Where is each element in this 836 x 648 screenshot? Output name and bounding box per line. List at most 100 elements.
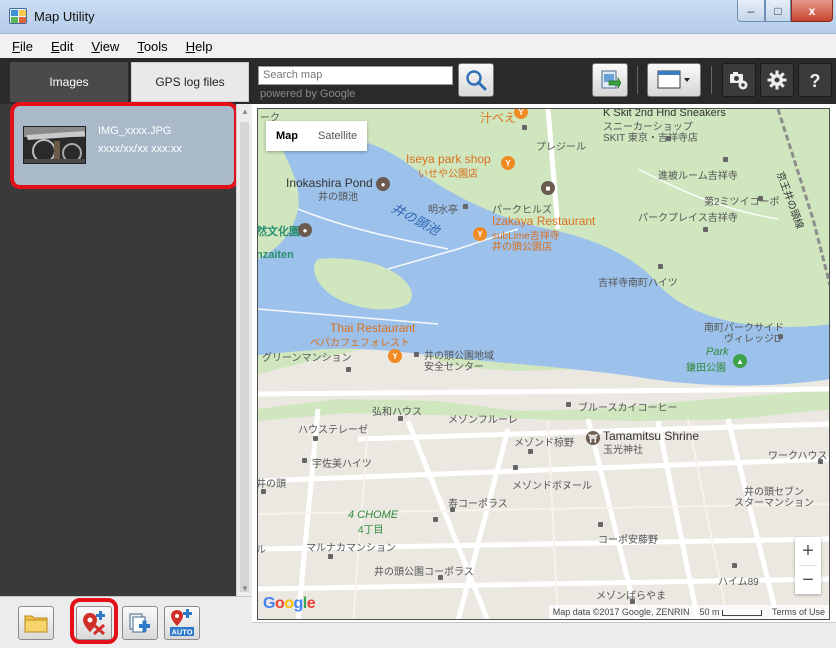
powered-by-google: powered by Google	[260, 88, 356, 100]
map-label: 汁べえ	[480, 111, 517, 125]
maximize-button[interactable]: □	[765, 0, 791, 22]
gear-icon	[767, 70, 787, 90]
zoo-pin-icon[interactable]: ●	[298, 223, 312, 237]
restaurant-pin-icon[interactable]: Y	[388, 349, 402, 363]
map-label: 4丁目	[358, 525, 384, 536]
map-type-map-button[interactable]: Map	[266, 130, 308, 142]
terms-of-use-link[interactable]: Terms of Use	[772, 607, 825, 617]
shopping-pin-icon[interactable]: ■	[541, 181, 555, 195]
menu-file[interactable]: File	[12, 39, 33, 54]
map-label: スターマンション	[734, 498, 814, 509]
highlight-image-item	[10, 102, 238, 189]
map-data-credit: Map data ©2017 Google, ZENRIN	[552, 607, 690, 617]
map-label: 明水亭	[428, 205, 458, 216]
tab-gps-log-files[interactable]: GPS log files	[131, 62, 249, 102]
map-label: 4 CHOME	[348, 509, 399, 521]
map-label: Thai Restaurant	[330, 321, 416, 335]
camera-settings-button[interactable]	[722, 63, 756, 97]
map-label: グリーンマンション	[262, 353, 352, 364]
map-label: Iseya park shop	[406, 152, 491, 166]
map-label: 井の頭	[257, 479, 286, 490]
open-folder-button[interactable]	[18, 606, 54, 640]
google-logo: Google	[263, 595, 316, 612]
preferences-button[interactable]	[760, 63, 794, 97]
auto-add-location-button[interactable]: AUTO	[164, 606, 200, 640]
map-label: Izakaya Restaurant	[492, 214, 596, 228]
map-label: ブルースカイコーヒー	[578, 403, 678, 414]
map-view[interactable]: ーク 汁べえ K Skit 2nd Hnd Sneakers スニーカーショップ…	[257, 108, 830, 620]
close-button[interactable]: x	[791, 0, 833, 22]
folder-icon	[24, 615, 48, 633]
search-icon	[466, 70, 487, 91]
menu-edit[interactable]: Edit	[51, 39, 73, 54]
help-button[interactable]: ?	[798, 63, 832, 97]
add-image-button[interactable]	[122, 606, 158, 640]
map-label: ハイム89	[718, 577, 759, 588]
map-label: 井の頭公園店	[492, 242, 552, 253]
search-button[interactable]	[458, 63, 494, 97]
map-label: メゾンド椋野	[514, 438, 574, 449]
map-label: マルナカマンション	[306, 543, 396, 554]
map-label: 進被ルーム吉祥寺	[658, 171, 738, 182]
window-layout-dropdown[interactable]	[647, 63, 701, 97]
map-label: メゾンフルーレ	[448, 415, 518, 426]
map-label: 吉祥寺南町ハイツ	[598, 278, 678, 289]
map-type-control: Map Satellite	[266, 121, 368, 151]
park-pin-icon[interactable]: ▲	[733, 354, 747, 368]
window-title: Map Utility	[34, 9, 95, 24]
map-label: 寿コーポラス	[448, 499, 508, 510]
map-label: 宇佐美ハイツ	[312, 459, 372, 470]
app-icon	[9, 8, 27, 24]
status-bar	[252, 622, 836, 648]
map-attribution: Map data ©2017 Google, ZENRIN 50 m Terms…	[548, 605, 829, 619]
pin-auto-icon: AUTO	[170, 609, 194, 637]
map-label: いせや公園店	[418, 169, 478, 180]
restaurant-pin-icon[interactable]: Y	[473, 227, 487, 241]
menu-tools[interactable]: Tools	[137, 39, 167, 54]
shrine-pin-icon[interactable]: ⛩	[586, 431, 600, 445]
map-label: ヴィレッジD	[724, 334, 782, 345]
minimize-button[interactable]: –	[737, 0, 765, 22]
camera-gear-icon	[730, 72, 748, 90]
map-label: ペパカフェフォレスト	[310, 338, 410, 349]
map-label: パークプレイス吉祥寺	[638, 213, 738, 224]
menu-view[interactable]: View	[91, 39, 119, 54]
export-icon	[601, 70, 621, 90]
zoom-out-button[interactable]: −	[795, 566, 821, 594]
export-image-button[interactable]	[592, 63, 628, 97]
highlight-remove-location	[70, 598, 118, 644]
scroll-down-arrow-icon: ▼	[241, 584, 249, 593]
title-bar: Map Utility – □ x	[0, 0, 836, 34]
map-label: Park	[706, 346, 729, 358]
search-map-input[interactable]: Search map	[258, 66, 453, 85]
zoom-in-button[interactable]: +	[795, 537, 821, 565]
map-label: 弘和ハウス	[372, 407, 422, 418]
map-label: 安全センター	[424, 362, 484, 373]
map-label: 井の頭公園コーポラス	[374, 567, 474, 578]
map-label: メゾンドボヌール	[512, 481, 592, 492]
map-label: 然文化園	[257, 226, 300, 238]
map-scale: 50 m	[699, 607, 762, 617]
menu-help[interactable]: Help	[186, 39, 213, 54]
restaurant-pin-icon[interactable]: Y	[501, 156, 515, 170]
map-label: 鎌田公園	[686, 363, 726, 374]
image-list-scrollbar[interactable]: ▲ ▼	[236, 104, 252, 596]
zoom-control: + −	[795, 537, 821, 594]
landmark-pin-icon[interactable]: ●	[376, 177, 390, 191]
tab-images[interactable]: Images	[10, 62, 128, 102]
svg-text:?: ?	[810, 71, 821, 91]
map-label: コーポ安藤野	[598, 535, 658, 546]
map-label: ハウステレーゼ	[298, 425, 368, 436]
scroll-thumb	[240, 122, 249, 592]
map-label: nzaiten	[257, 249, 294, 261]
help-icon: ?	[810, 71, 821, 91]
scroll-up-arrow-icon: ▲	[241, 107, 249, 116]
svg-text:AUTO: AUTO	[171, 628, 192, 637]
map-label: 井の頭池	[318, 192, 358, 203]
menu-bar: File Edit View Tools Help	[0, 34, 836, 58]
map-label: SKIT 東京・吉祥寺店	[603, 133, 698, 144]
map-label: 玉光神社	[603, 445, 643, 456]
map-type-satellite-button[interactable]: Satellite	[308, 130, 367, 142]
window-layout-icon	[657, 70, 690, 89]
toolbar: Images GPS log files Search map powered …	[0, 58, 836, 104]
